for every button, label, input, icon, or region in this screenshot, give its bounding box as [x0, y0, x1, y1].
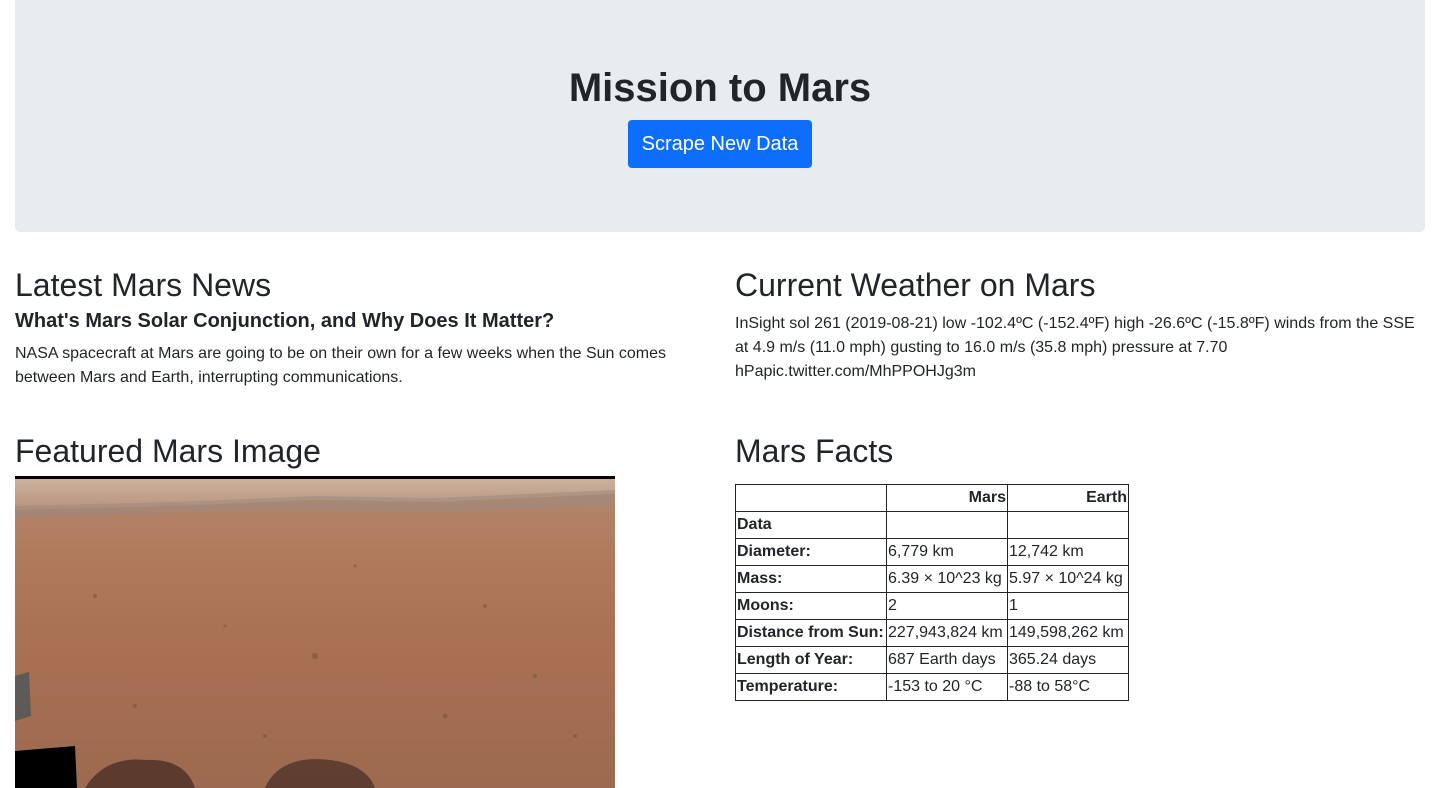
jumbotron-header: Mission to Mars Scrape New Data: [15, 0, 1425, 232]
table-index-label: Data: [735, 511, 887, 539]
table-row-label: Moons:: [735, 592, 887, 620]
table-row: Diameter: 6,779 km 12,742 km: [735, 538, 1129, 566]
featured-image-section: Featured Mars Image: [15, 432, 705, 470]
table-cell-mars: 227,943,824 km: [886, 619, 1008, 647]
table-row-label: Mass:: [735, 565, 887, 593]
table-body: Diameter: 6,779 km 12,742 km Mass: 6.39 × 10…: [735, 538, 1129, 701]
news-paragraph: NASA spacecraft at Mars are going to be …: [15, 345, 667, 386]
weather-section: Current Weather on Mars InSight sol 261 …: [735, 266, 1425, 384]
table-row: Mass: 6.39 × 10^23 kg 5.97 × 10^24 kg: [735, 565, 1129, 593]
mars-facts-table: Mars Earth Data Diameter: 6,779 km 12,742 …: [735, 484, 1129, 701]
latest-news-section: Latest Mars News What's Mars Solar Conju…: [15, 266, 705, 390]
table-cell-earth: 5.97 × 10^24 kg: [1007, 565, 1129, 593]
weather-heading: Current Weather on Mars: [735, 267, 1096, 303]
table-cell-earth: 365.24 days: [1007, 646, 1129, 674]
table-cell-mars: 6.39 × 10^23 kg: [886, 565, 1008, 593]
table-row-label: Temperature:: [735, 673, 887, 701]
table-header-row: Mars Earth: [735, 484, 1129, 512]
weather-text: InSight sol 261 (2019-08-21) low -102.4º…: [735, 315, 1415, 380]
table-row: Length of Year: 687 Earth days 365.24 days: [735, 646, 1129, 674]
table-header-mars: Mars: [886, 484, 1008, 512]
table-corner-header: [735, 484, 887, 512]
table-index-row: Data: [735, 511, 1129, 539]
table-cell-mars: -153 to 20 °C: [886, 673, 1008, 701]
table-cell-mars: 6,779 km: [886, 538, 1008, 566]
table-cell-earth: 1: [1007, 592, 1129, 620]
table-header-earth: Earth: [1007, 484, 1129, 512]
table-cell-earth: -88 to 58°C: [1007, 673, 1129, 701]
featured-image-heading: Featured Mars Image: [15, 433, 321, 469]
table-row-label: Diameter:: [735, 538, 887, 566]
page-title: Mission to Mars: [568, 66, 872, 110]
mars-facts-heading: Mars Facts: [735, 433, 894, 469]
table-cell-mars: 2: [886, 592, 1008, 620]
table-row: Distance from Sun: 227,943,824 km 149,598,…: [735, 619, 1129, 647]
news-title: What's Mars Solar Conjunction, and Why D…: [15, 310, 555, 332]
scrape-new-data-button[interactable]: Scrape New Data: [628, 120, 812, 168]
featured-mars-image: [15, 476, 615, 788]
table-cell-mars: 687 Earth days: [886, 646, 1008, 674]
table-cell: [886, 511, 1008, 539]
table-cell: [1007, 511, 1129, 539]
mars-facts-section: Mars Facts: [735, 432, 1425, 470]
table-row: Temperature: -153 to 20 °C -88 to 58°C: [735, 673, 1129, 701]
table-row-label: Distance from Sun:: [735, 619, 887, 647]
table-row: Moons: 2 1: [735, 592, 1129, 620]
table-cell-earth: 149,598,262 km: [1007, 619, 1129, 647]
latest-news-heading: Latest Mars News: [15, 267, 272, 303]
table-row-label: Length of Year:: [735, 646, 887, 674]
table-cell-earth: 12,742 km: [1007, 538, 1129, 566]
